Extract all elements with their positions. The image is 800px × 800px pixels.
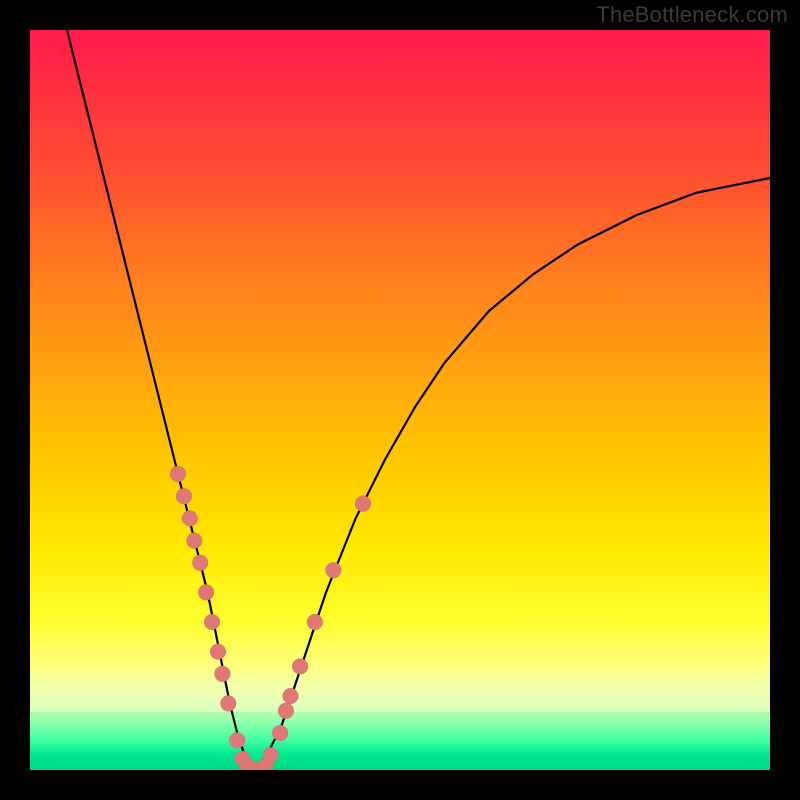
scatter-dot (170, 466, 186, 482)
scatter-dot (210, 644, 226, 660)
bottleneck-curve-path (67, 30, 770, 770)
scatter-dot (263, 747, 279, 763)
scatter-dot (325, 562, 341, 578)
bottleneck-curve (67, 30, 770, 770)
scatter-dot (176, 488, 192, 504)
scatter-dot (355, 496, 371, 512)
scatter-dots (170, 466, 371, 770)
watermark-text: TheBottleneck.com (596, 2, 788, 28)
chart-svg (30, 30, 770, 770)
scatter-dot (214, 666, 230, 682)
scatter-dot (198, 584, 214, 600)
scatter-dot (229, 732, 245, 748)
scatter-dot (283, 688, 299, 704)
scatter-dot (307, 614, 323, 630)
scatter-dot (192, 555, 208, 571)
chart-frame: TheBottleneck.com (0, 0, 800, 800)
scatter-dot (186, 533, 202, 549)
scatter-dot (204, 614, 220, 630)
scatter-dot (220, 695, 236, 711)
scatter-dot (278, 703, 294, 719)
scatter-dot (292, 658, 308, 674)
scatter-dot (272, 725, 288, 741)
plot-area (30, 30, 770, 770)
scatter-dot (182, 510, 198, 526)
